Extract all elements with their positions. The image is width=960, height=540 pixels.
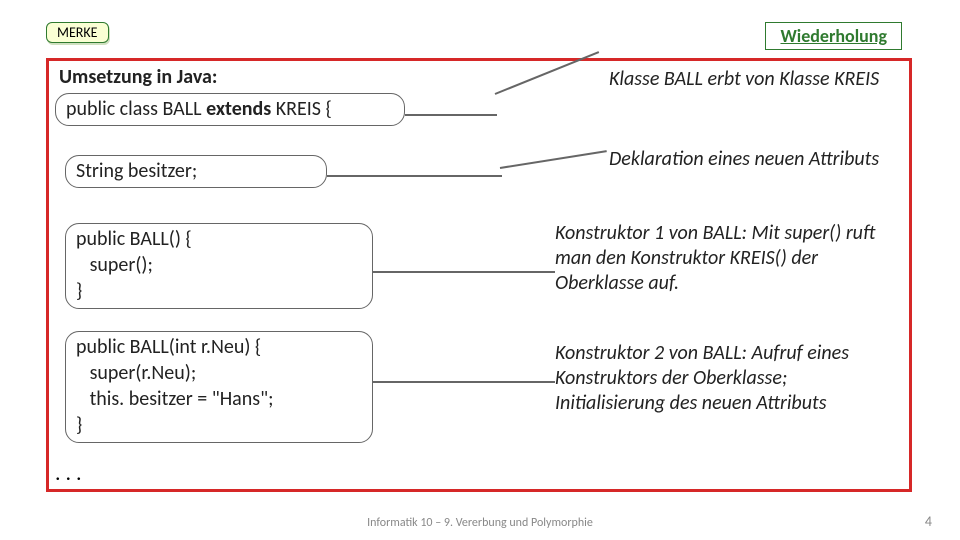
code-class-declaration: public class BALL extends KREIS { xyxy=(55,93,405,126)
code-line: } xyxy=(76,278,362,304)
code-line: public BALL() { xyxy=(76,226,362,252)
content-box: Umsetzung in Java: public class BALL ext… xyxy=(46,58,912,492)
slide-footer: Informatik 10 – 9. Vererbung und Polymor… xyxy=(0,516,960,530)
page-number: 4 xyxy=(925,513,932,530)
connector-line xyxy=(327,175,502,177)
code-line: public BALL(int r.Neu) { xyxy=(76,334,362,360)
code-text: KREIS { xyxy=(271,97,332,121)
annotation-inherits: Klasse BALL erbt von Klasse KREIS xyxy=(609,67,889,92)
section-title: Umsetzung in Java: xyxy=(59,65,217,89)
annotation-ctor1: Konstruktor 1 von BALL: Mit super() ruft… xyxy=(555,221,885,296)
connector-line xyxy=(500,150,607,169)
code-text: String besitzer; xyxy=(76,159,197,183)
connector-line xyxy=(373,381,555,383)
code-line: } xyxy=(76,412,362,438)
code-constructor-1: public BALL() { super(); } xyxy=(65,223,373,309)
code-line: this. besitzer = "Hans"; xyxy=(76,386,362,412)
code-constructor-2: public BALL(int r.Neu) { super(r.Neu); t… xyxy=(65,331,373,443)
annotation-attribute: Deklaration eines neuen Attributs xyxy=(609,147,889,172)
code-attribute: String besitzer; xyxy=(65,155,327,188)
keyword-extends: extends xyxy=(206,97,271,121)
connector-line xyxy=(405,114,497,116)
connector-line xyxy=(373,271,555,273)
code-line: super(r.Neu); xyxy=(76,360,362,386)
connector-line xyxy=(495,51,600,95)
ellipsis: . . . xyxy=(55,459,82,486)
code-line: super(); xyxy=(76,252,362,278)
annotation-ctor2: Konstruktor 2 von BALL: Aufruf eines Kon… xyxy=(555,341,895,416)
code-text: public class BALL xyxy=(66,97,206,121)
merke-badge: MERKE xyxy=(46,22,109,43)
wiederholung-label: Wiederholung xyxy=(765,22,902,50)
